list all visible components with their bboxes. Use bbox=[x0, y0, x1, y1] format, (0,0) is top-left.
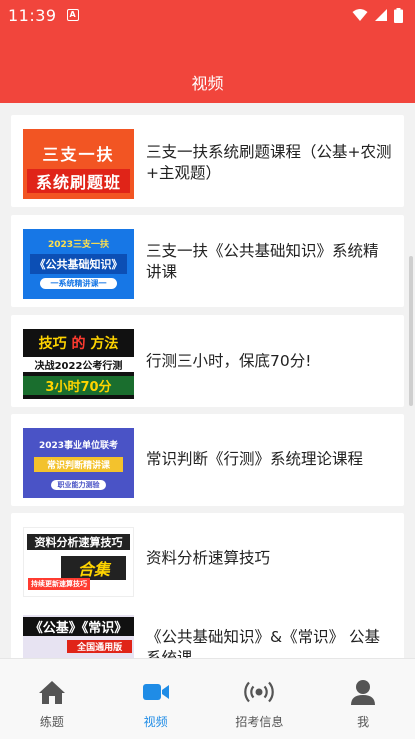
video-card[interactable]: 《公基》《常识》 全国通用版 《公共基础知识》&《常识》 公基系统课 bbox=[11, 601, 404, 658]
thumbnail-text: 三支一扶 bbox=[42, 145, 115, 164]
thumbnail-text: 资料分析速算技巧 bbox=[27, 534, 130, 550]
video-list[interactable]: 三支一扶 系统刷题班 三支一扶系统刷题课程（公基+农测+主观题） 2023三支一… bbox=[0, 103, 415, 658]
scrollbar[interactable] bbox=[409, 256, 413, 406]
nav-label: 视频 bbox=[143, 715, 168, 729]
video-card[interactable]: 2023三支一扶 《公共基础知识》 一系统精讲课一 三支一扶《公共基础知识》系统… bbox=[11, 215, 404, 307]
battery-icon bbox=[394, 7, 403, 23]
notification-app-icon: A bbox=[66, 9, 79, 21]
video-thumbnail[interactable]: 2023三支一扶 《公共基础知识》 一系统精讲课一 bbox=[23, 229, 134, 299]
video-title[interactable]: 三支一扶系统刷题课程（公基+农测+主观题） bbox=[146, 142, 392, 184]
wifi-icon bbox=[352, 9, 368, 21]
thumbnail-text: 3小时70分 bbox=[23, 376, 134, 395]
video-card[interactable]: 资料分析速算技巧 合集 持续更新速算技巧 资料分析速算技巧 bbox=[11, 513, 404, 605]
video-card[interactable]: 技巧 的 方法 决战2022公考行测 3小时70分 行测三小时，保底70分! bbox=[11, 315, 404, 407]
status-icons bbox=[352, 7, 403, 23]
thumbnail-text: 持续更新速算技巧 bbox=[28, 578, 90, 590]
nav-item-practice[interactable]: 练题 bbox=[0, 659, 104, 739]
video-icon bbox=[142, 684, 169, 700]
nav-label: 招考信息 bbox=[235, 715, 284, 729]
nav-label: 练题 bbox=[39, 715, 64, 729]
video-title[interactable]: 《公共基础知识》&《常识》 公基系统课 bbox=[146, 627, 392, 658]
video-title[interactable]: 行测三小时，保底70分! bbox=[146, 351, 392, 372]
video-title[interactable]: 常识判断《行测》系统理论课程 bbox=[146, 449, 392, 470]
video-card[interactable]: 2023事业单位联考 常识判断精讲课 职业能力测验 常识判断《行测》系统理论课程 bbox=[11, 414, 404, 506]
nav-label: 我 bbox=[357, 715, 370, 729]
thumbnail-text: 2023事业单位联考 bbox=[38, 441, 119, 451]
thumbnail-text: 全国通用版 bbox=[67, 640, 132, 653]
thumbnail-text: 常识判断精讲课 bbox=[34, 457, 123, 472]
thumbnail-text: 《公共基础知识》 bbox=[29, 254, 128, 274]
bottom-nav: 练题 视频 招考信息 我 bbox=[0, 658, 415, 739]
thumbnail-text: 2023三支一扶 bbox=[47, 240, 110, 250]
thumbnail-text: 合集 bbox=[61, 556, 127, 580]
page-title: 视频 bbox=[191, 74, 224, 93]
status-time: 11:39 bbox=[8, 5, 57, 25]
thumbnail-text: 方法 bbox=[90, 336, 119, 352]
thumbnail-text: 《公基》《常识》 bbox=[23, 617, 134, 636]
video-title[interactable]: 资料分析速算技巧 bbox=[146, 548, 392, 569]
thumbnail-text: 职业能力测验 bbox=[50, 480, 107, 490]
app-header: 11:39 A 视频 bbox=[0, 0, 415, 103]
nav-item-me[interactable]: 我 bbox=[311, 659, 415, 739]
video-thumbnail[interactable]: 三支一扶 系统刷题班 bbox=[23, 129, 134, 199]
nav-item-exam-info[interactable]: 招考信息 bbox=[208, 659, 312, 739]
thumbnail-text: 的 bbox=[71, 336, 86, 352]
user-icon bbox=[351, 680, 376, 705]
thumbnail-text: 技巧 的 方法 bbox=[23, 333, 134, 353]
thumbnail-text: 技巧 bbox=[38, 336, 67, 352]
thumbnail-text: 决战2022公考行测 bbox=[23, 357, 134, 372]
home-icon bbox=[38, 681, 65, 704]
status-bar: 11:39 A bbox=[0, 0, 415, 30]
nav-item-video[interactable]: 视频 bbox=[104, 659, 208, 739]
thumbnail-text: 系统刷题班 bbox=[27, 169, 130, 193]
video-thumbnail[interactable]: 2023事业单位联考 常识判断精讲课 职业能力测验 bbox=[23, 428, 134, 498]
thumbnail-text: 一系统精讲课一 bbox=[39, 278, 118, 289]
broadcast-icon bbox=[244, 681, 275, 703]
video-card[interactable]: 三支一扶 系统刷题班 三支一扶系统刷题课程（公基+农测+主观题） bbox=[11, 115, 404, 207]
video-thumbnail[interactable]: 《公基》《常识》 全国通用版 bbox=[23, 615, 134, 658]
video-title[interactable]: 三支一扶《公共基础知识》系统精讲课 bbox=[146, 241, 392, 283]
video-thumbnail[interactable]: 资料分析速算技巧 合集 持续更新速算技巧 bbox=[23, 527, 134, 597]
signal-icon bbox=[375, 9, 387, 21]
video-thumbnail[interactable]: 技巧 的 方法 决战2022公考行测 3小时70分 bbox=[23, 329, 134, 399]
